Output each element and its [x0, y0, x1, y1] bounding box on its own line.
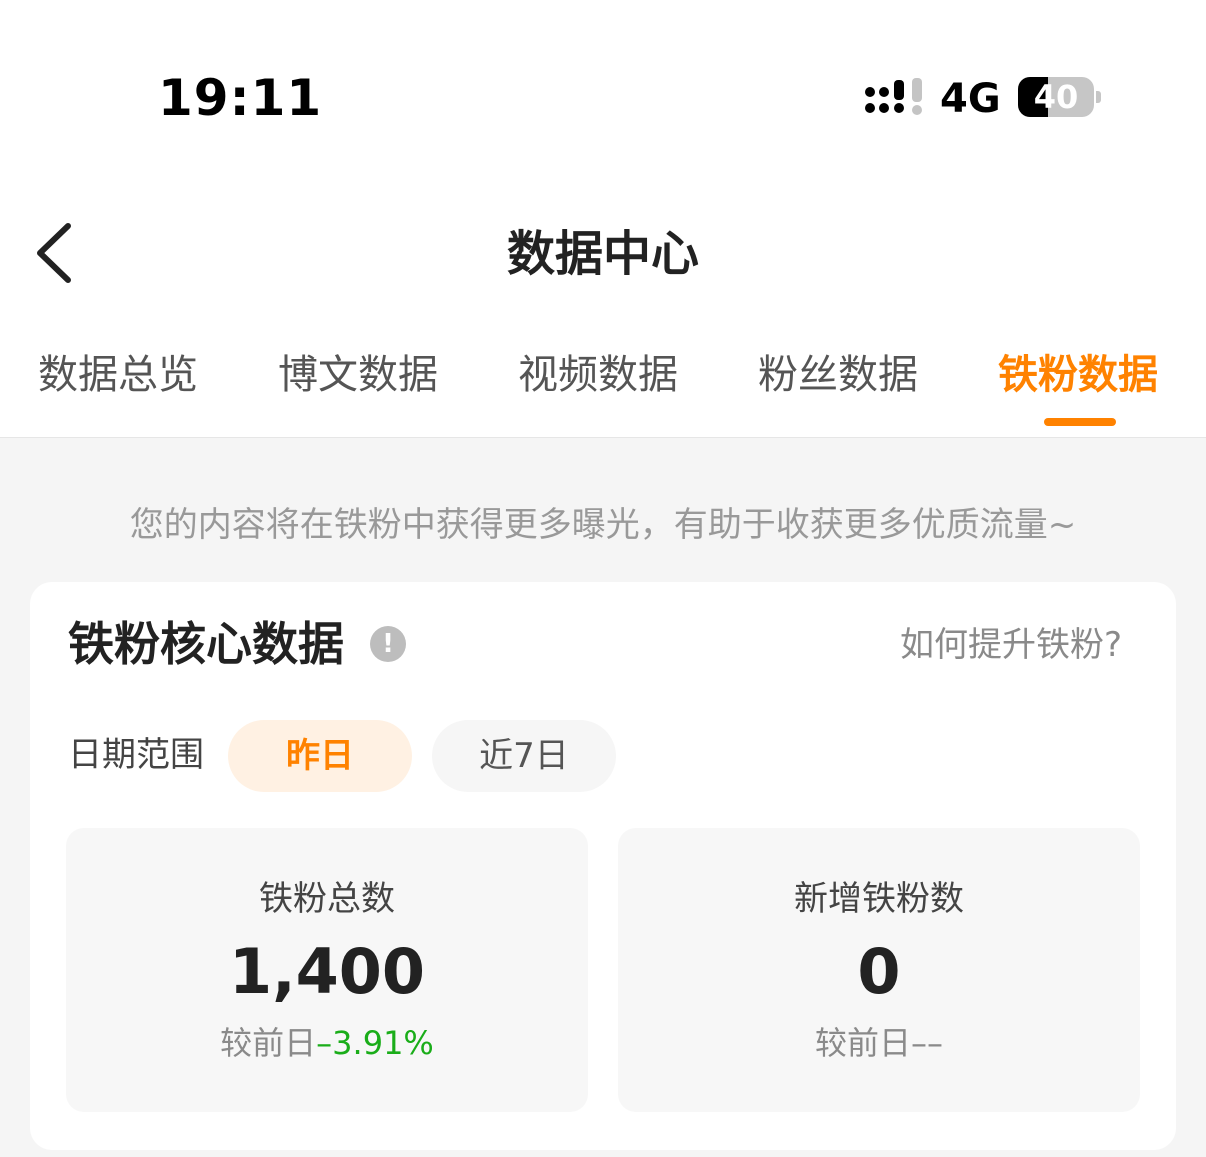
tab-iron-fans-data[interactable]: 铁粉数据 — [998, 346, 1158, 404]
status-time: 19:11 — [158, 69, 323, 127]
tab-overview[interactable]: 数据总览 — [38, 346, 198, 404]
help-link[interactable]: 如何提升铁粉? — [900, 620, 1122, 670]
stat-label: 新增铁粉数 — [794, 879, 964, 919]
stat-value: 1,400 — [228, 935, 426, 1008]
battery-icon: 40 — [1018, 77, 1094, 117]
tab-fans-data[interactable]: 粉丝数据 — [758, 346, 918, 404]
stat-total-iron-fans: 铁粉总数 1,400 较前日–3.91% — [66, 828, 588, 1112]
page-title: 数据中心 — [506, 226, 699, 282]
header-area: 19:11 4G 40 数据中心 数据总览 博文数据 视频数据 粉丝数据 铁粉数… — [0, 0, 1206, 438]
date-range-label: 日期范围 — [68, 735, 204, 775]
stat-compare: 较前日–– — [618, 1018, 1140, 1068]
compare-prefix: 较前日 — [220, 1024, 317, 1062]
core-data-card: 铁粉核心数据 ! 如何提升铁粉? 日期范围 昨日 近7日 铁粉总数 1,400 … — [30, 582, 1176, 1150]
compare-value: –3.91% — [316, 1024, 434, 1062]
network-type: 4G — [940, 76, 1001, 122]
card-title: 铁粉核心数据 — [68, 617, 344, 671]
stat-value: 0 — [857, 935, 901, 1008]
stat-compare: 较前日–3.91% — [66, 1018, 588, 1068]
compare-value: –– — [911, 1024, 943, 1062]
stat-label: 铁粉总数 — [259, 879, 395, 919]
battery-cap — [1096, 91, 1101, 103]
date-option-yesterday[interactable]: 昨日 — [228, 720, 412, 792]
stat-new-iron-fans: 新增铁粉数 0 较前日–– — [618, 828, 1140, 1112]
tab-video-data[interactable]: 视频数据 — [518, 346, 678, 404]
tab-post-data[interactable]: 博文数据 — [278, 346, 438, 404]
active-tab-indicator — [1044, 418, 1116, 426]
signal-icon — [865, 78, 922, 115]
date-option-last-7-days[interactable]: 近7日 — [432, 720, 616, 792]
info-icon[interactable]: ! — [370, 626, 406, 662]
compare-prefix: 较前日 — [814, 1024, 911, 1062]
battery-level-text: 40 — [1033, 78, 1079, 116]
notice-text: 您的内容将在铁粉中获得更多曝光，有助于收获更多优质流量~ — [129, 505, 1077, 545]
